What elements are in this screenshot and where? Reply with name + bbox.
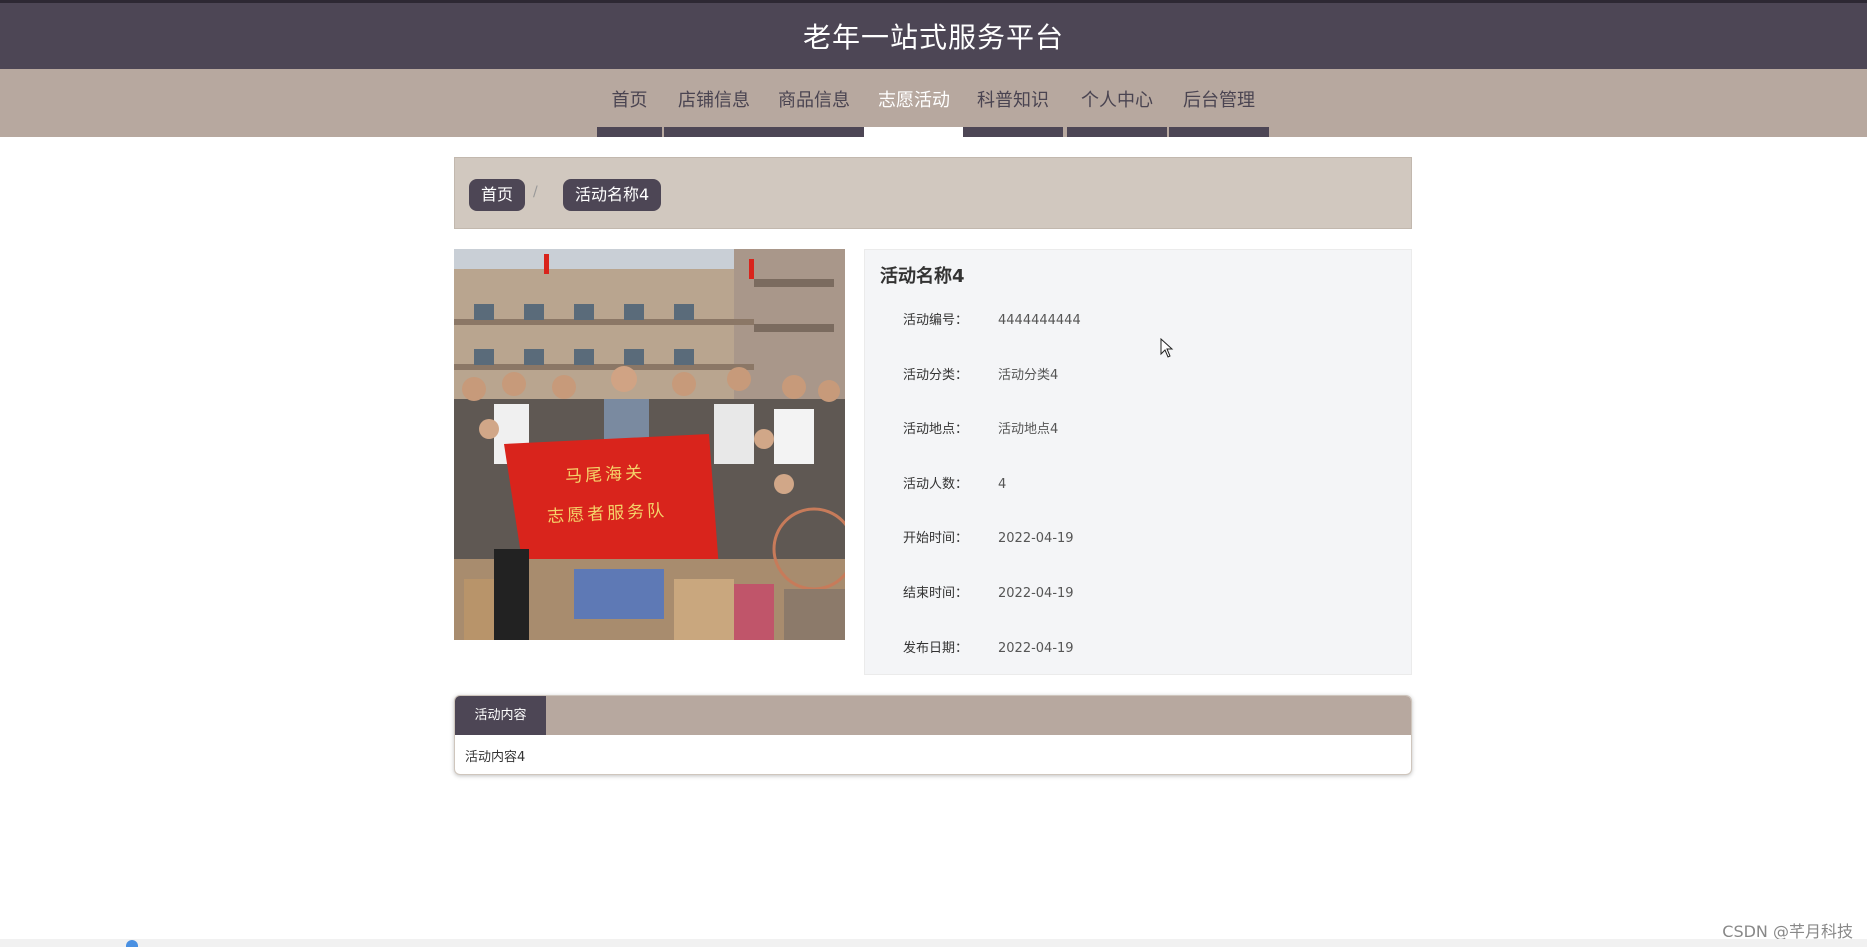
- breadcrumb-current[interactable]: 活动名称4: [563, 179, 662, 211]
- nav-item-label: 科普知识: [977, 90, 1049, 111]
- detail-label: 活动地点：: [903, 422, 969, 437]
- mouse-cursor-icon: [1160, 338, 1174, 358]
- detail-value: 2022-04-19: [998, 531, 1074, 546]
- nav-item-underline: [1169, 127, 1269, 137]
- breadcrumb-home-link[interactable]: 首页: [469, 179, 526, 211]
- breadcrumb: 首页 / 活动名称4: [454, 157, 1412, 229]
- nav-item-shops[interactable]: 店铺信息: [664, 69, 764, 137]
- breadcrumb-separator: /: [533, 184, 538, 200]
- activity-title: 活动名称4: [880, 266, 965, 287]
- nav-item-underline: [1067, 127, 1167, 137]
- activity-content-text: 活动内容4: [465, 750, 526, 765]
- nav-item-underline: [963, 127, 1063, 137]
- nav-item-underline: [864, 127, 964, 137]
- main-nav: 首页 店铺信息 商品信息 志愿活动 科普知识 个人中心 后台管理: [0, 69, 1867, 137]
- detail-value: 2022-04-19: [998, 641, 1074, 656]
- nav-item-underline: [664, 127, 764, 137]
- nav-item-profile[interactable]: 个人中心: [1067, 69, 1167, 137]
- detail-label: 活动编号：: [903, 313, 969, 328]
- detail-value: 活动地点4: [998, 422, 1059, 437]
- nav-item-underline: [764, 127, 864, 137]
- detail-row-end-time: 结束时间： 2022-04-19: [903, 584, 1074, 604]
- detail-value: 4: [998, 477, 1007, 492]
- bottom-indicator-icon: [126, 940, 138, 947]
- detail-value: 4444444444: [998, 313, 1081, 328]
- detail-row-participants: 活动人数： 4: [903, 475, 1006, 495]
- activity-content-panel: 活动内容 活动内容4: [454, 695, 1412, 775]
- nav-item-label: 志愿活动: [878, 90, 950, 111]
- activity-image: 马尾海关 志愿者服务队: [454, 249, 845, 640]
- nav-item-label: 首页: [611, 90, 648, 111]
- tab-strip: [455, 696, 1411, 735]
- detail-label: 发布日期：: [903, 641, 969, 656]
- detail-value: 活动分类4: [998, 368, 1059, 383]
- detail-label: 活动人数：: [903, 477, 969, 492]
- detail-value: 2022-04-19: [998, 586, 1074, 601]
- nav-item-products[interactable]: 商品信息: [764, 69, 864, 137]
- detail-label: 开始时间：: [903, 531, 969, 546]
- detail-row-start-time: 开始时间： 2022-04-19: [903, 529, 1074, 549]
- nav-item-label: 个人中心: [1081, 90, 1153, 111]
- banner-text: 马尾海关 志愿者服务队: [544, 455, 707, 527]
- nav-item-label: 商品信息: [778, 90, 850, 111]
- detail-label: 结束时间：: [903, 586, 969, 601]
- detail-label: 活动分类：: [903, 368, 969, 383]
- site-title: 老年一站式服务平台: [802, 21, 1064, 54]
- detail-row-location: 活动地点： 活动地点4: [903, 420, 1058, 440]
- nav-item-label: 店铺信息: [678, 90, 750, 111]
- nav-item-underline: [597, 127, 662, 137]
- tab-activity-content[interactable]: 活动内容: [455, 696, 546, 735]
- volunteer-group-photo: [454, 249, 845, 640]
- nav-item-volunteer[interactable]: 志愿活动: [864, 69, 964, 137]
- activity-details-panel: 活动名称4 活动编号： 4444444444 活动分类： 活动分类4 活动地点： 活动…: [864, 249, 1412, 675]
- nav-item-science[interactable]: 科普知识: [963, 69, 1063, 137]
- detail-row-id: 活动编号： 4444444444: [903, 311, 1081, 331]
- bottom-strip: [0, 939, 1867, 947]
- nav-item-home[interactable]: 首页: [597, 69, 662, 137]
- detail-row-publish-date: 发布日期： 2022-04-19: [903, 639, 1074, 659]
- detail-row-category: 活动分类： 活动分类4: [903, 366, 1058, 386]
- site-header: 老年一站式服务平台: [0, 3, 1867, 69]
- nav-item-label: 后台管理: [1183, 90, 1255, 111]
- nav-item-admin[interactable]: 后台管理: [1169, 69, 1269, 137]
